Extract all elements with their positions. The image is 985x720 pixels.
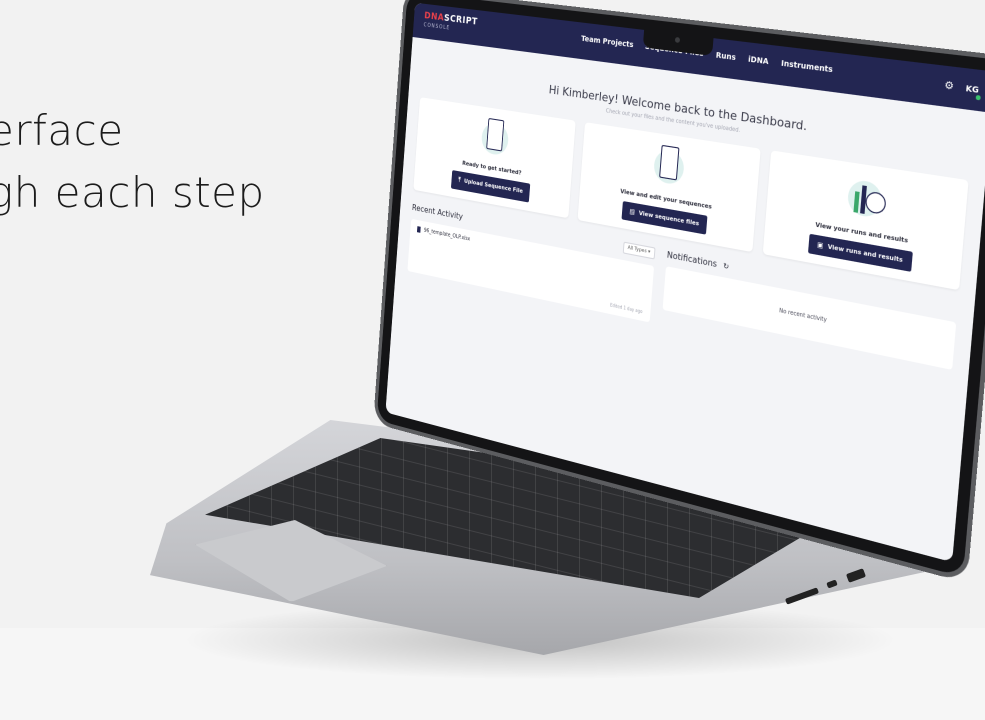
file-icon [416, 226, 421, 233]
recent-activity-title: Recent Activity [411, 202, 464, 222]
camera-icon [674, 36, 681, 44]
upload-button-label: Upload Sequence File [463, 178, 524, 196]
laptop: DNASCRIPT CONSOLE Team Projects Sequence… [0, 0, 985, 720]
online-status-dot [975, 94, 981, 101]
activity-time: Edited 1 day ago [609, 302, 643, 315]
type-filter-value: All Types [627, 245, 647, 255]
type-filter-dropdown[interactable]: All Types ▾ [622, 241, 656, 260]
nav-runs[interactable]: Runs [715, 51, 736, 62]
nav-instruments[interactable]: Instruments [781, 59, 833, 75]
file-icon: ▤ [629, 207, 636, 217]
nav-idna[interactable]: iDNA [748, 55, 769, 67]
notifications-label: Notifications [666, 249, 718, 270]
gear-icon[interactable]: ⚙ [944, 80, 954, 93]
upload-illustration [473, 116, 515, 164]
results-illustration [838, 173, 891, 227]
results-icon: ▣ [816, 240, 824, 251]
avatar[interactable]: KG [965, 83, 981, 101]
avatar-initials: KG [965, 83, 980, 96]
activity-file-name: 96_template_OLP.xlsx [423, 227, 471, 243]
brand-logo[interactable]: DNASCRIPT CONSOLE [423, 11, 478, 37]
chevron-down-icon: ▾ [647, 249, 651, 256]
screen-wrap: DNASCRIPT CONSOLE Team Projects Sequence… [376, 0, 985, 578]
sequence-button-label: View sequence files [638, 209, 700, 228]
nav-team-projects[interactable]: Team Projects [581, 34, 634, 49]
sequences-illustration [645, 143, 692, 194]
upload-icon: ⤒ [458, 176, 461, 184]
refresh-icon[interactable]: ↻ [723, 261, 730, 271]
results-button-label: View runs and results [827, 243, 903, 264]
nav-right: ⚙ KG [944, 80, 981, 101]
